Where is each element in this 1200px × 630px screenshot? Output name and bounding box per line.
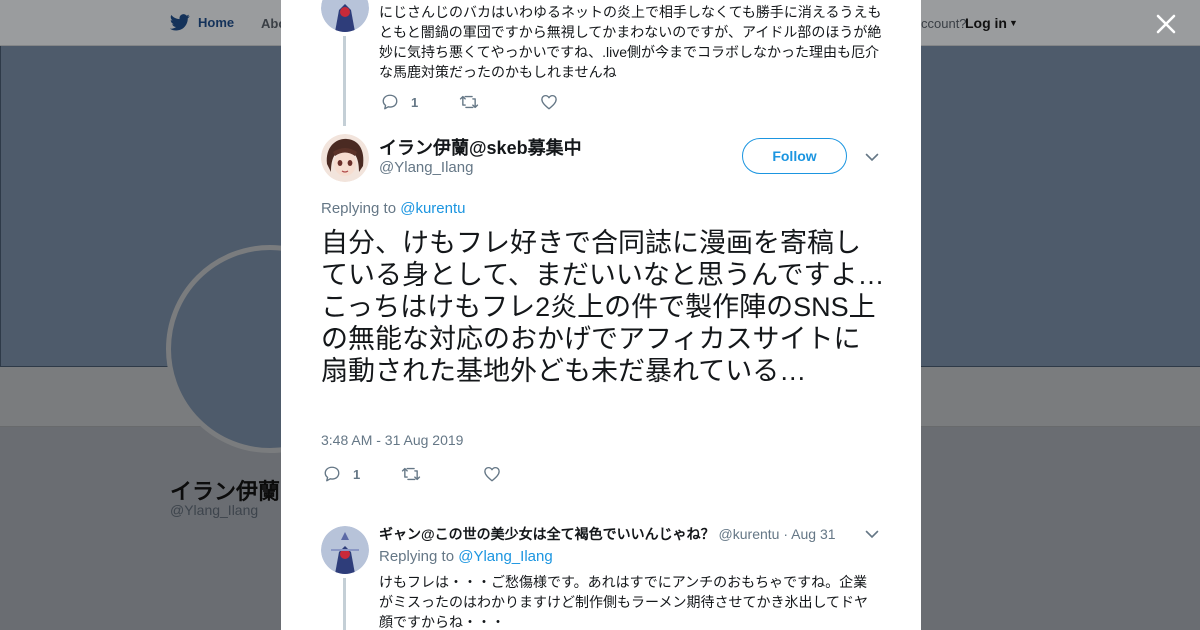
- reply-date[interactable]: · Aug 31: [783, 526, 835, 542]
- retweet-icon: [401, 465, 421, 483]
- author-handle[interactable]: @Ylang_Ilang: [379, 159, 473, 176]
- login-caret: ▼: [1009, 18, 1018, 28]
- avatar[interactable]: [321, 0, 369, 32]
- reply-button[interactable]: 1: [381, 93, 418, 111]
- chevron-down-icon[interactable]: [865, 527, 879, 545]
- nav-home[interactable]: Home: [170, 14, 234, 31]
- tweet-text: にじさんじのバカはいわゆるネットの炎上で相手しなくても勝手に消えるうえもともと闇…: [379, 4, 882, 80]
- tweet-text-main: 自分、けもフレ好きで合同誌に漫画を寄稿している身として、まだいいなと思うんですよ…: [321, 228, 885, 386]
- retweet-button[interactable]: [401, 465, 421, 483]
- account-prompt: ccount?: [921, 16, 967, 31]
- close-icon[interactable]: [1152, 10, 1180, 38]
- twitter-bird-icon: [170, 14, 190, 31]
- reply-author-avatar[interactable]: [321, 526, 369, 574]
- reply-author-handle: @kurentu: [718, 526, 780, 542]
- replying-to-link[interactable]: @kurentu: [400, 200, 465, 217]
- replying-to-link[interactable]: @Ylang_Ilang: [458, 548, 552, 565]
- like-icon: [483, 465, 501, 483]
- author-avatar[interactable]: [321, 134, 369, 182]
- reply-author[interactable]: ギャン@この世の美少女は全て褐色でいいんじゃね？ @kurentu · Aug …: [379, 524, 836, 544]
- reply-author-name: ギャン@この世の美少女は全て褐色でいいんじゃね？: [379, 526, 715, 542]
- login-link[interactable]: Log in ▼: [965, 15, 1018, 31]
- like-button[interactable]: [540, 93, 558, 111]
- replying-prefix: Replying to: [321, 200, 397, 217]
- tweet-modal: にじさんじのバカはいわゆるネットの炎上で相手しなくても勝手に消えるうえもともと闇…: [281, 0, 921, 630]
- thread-line: [343, 36, 346, 126]
- retweet-icon: [459, 93, 479, 111]
- chevron-down-icon[interactable]: [865, 150, 879, 168]
- reply-count: 1: [353, 466, 361, 482]
- follow-button[interactable]: Follow: [742, 138, 847, 174]
- profile-handle: @Ylang_Ilang: [170, 502, 259, 518]
- reply-icon: [381, 93, 399, 111]
- reply-count: 1: [411, 94, 419, 110]
- reply-tweet-text: けもフレは・・・ご愁傷様です。あれはすでにアンチのおもちゃですね。企業がミスった…: [379, 574, 869, 630]
- retweet-button[interactable]: [459, 93, 479, 111]
- like-button[interactable]: [483, 465, 501, 483]
- tweet-timestamp[interactable]: 3:48 AM - 31 Aug 2019: [321, 432, 463, 448]
- thread-line: [343, 578, 346, 630]
- author-name[interactable]: イラン伊蘭@skeb募集中: [379, 134, 582, 160]
- nav-home-label: Home: [198, 15, 235, 30]
- reply-button[interactable]: 1: [323, 465, 360, 483]
- like-icon: [540, 93, 558, 111]
- login-label: Log in: [965, 15, 1007, 31]
- reply-icon: [323, 465, 341, 483]
- replying-to: Replying to @kurentu: [321, 200, 465, 217]
- replying-prefix: Replying to: [379, 548, 455, 565]
- reply-replying-to: Replying to @Ylang_Ilang: [379, 548, 553, 565]
